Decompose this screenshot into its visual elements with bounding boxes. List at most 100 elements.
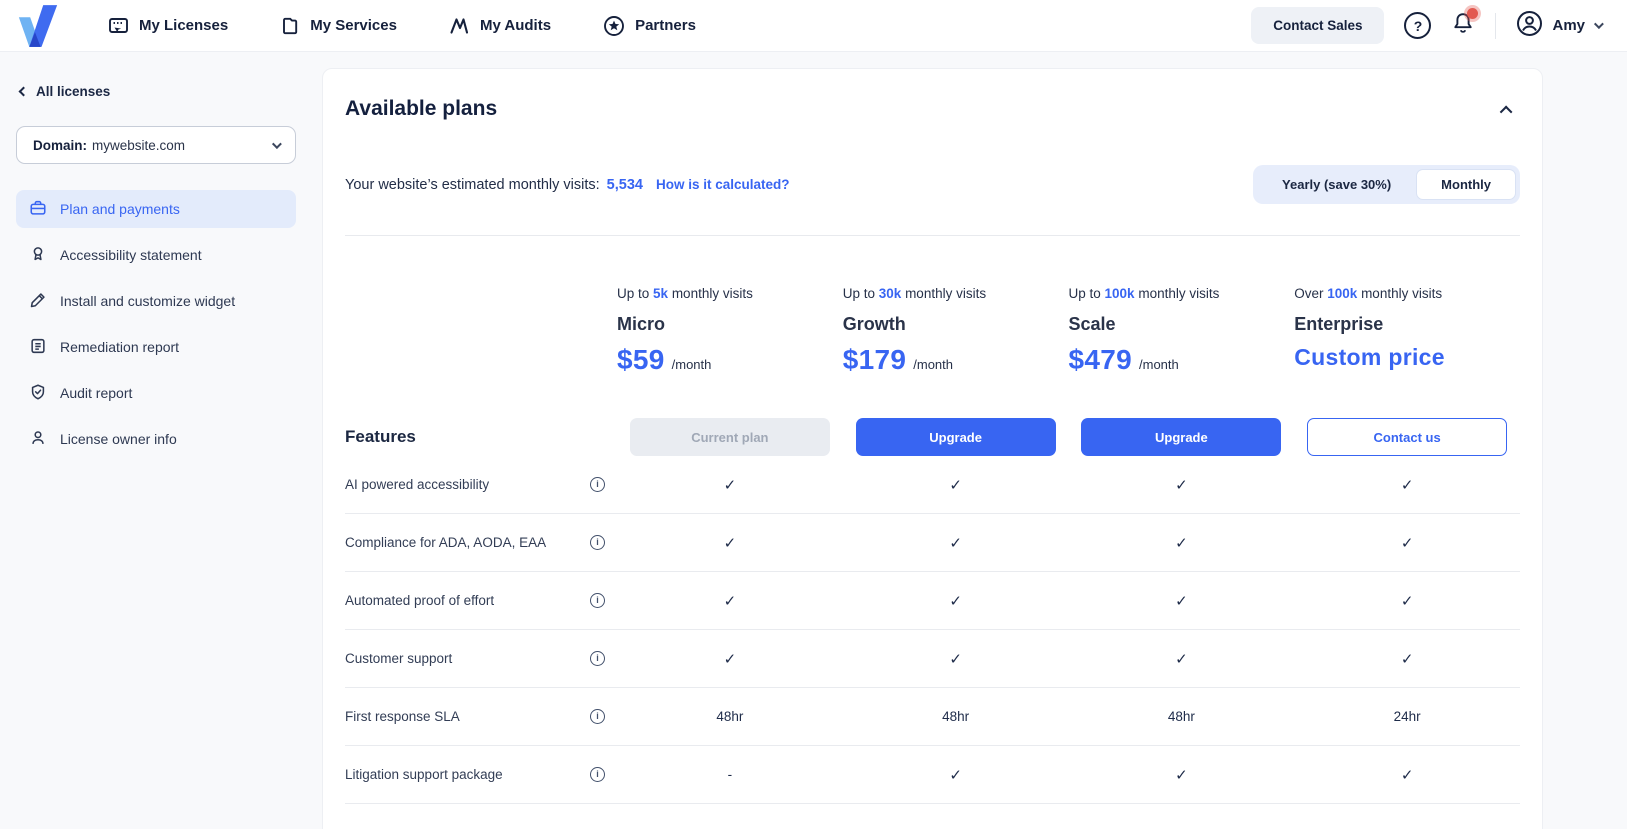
plan-header-row: Up to 5k monthly visits Micro $59/month …: [345, 286, 1520, 378]
plan-price: Custom price: [1294, 344, 1445, 371]
plan-header-growth: Up to 30k monthly visits Growth $179/mon…: [843, 286, 1069, 378]
briefcase-icon: [29, 199, 47, 220]
feature-value: 48hr: [617, 709, 843, 724]
section-divider: [345, 235, 1520, 236]
sidebar-item-plan-and-payments[interactable]: Plan and payments: [16, 190, 296, 228]
info-icon[interactable]: i: [590, 651, 605, 666]
notifications-bell-icon[interactable]: [1451, 11, 1475, 40]
feature-value: ✓: [617, 476, 843, 494]
feature-row-ai-powered-accessibility: AI powered accessibilityi ✓ ✓ ✓ ✓: [345, 456, 1520, 514]
chevron-left-icon: [19, 87, 29, 97]
feature-label: First response SLA: [345, 709, 460, 724]
user-name: Amy: [1552, 17, 1585, 34]
feature-label: AI powered accessibility: [345, 477, 489, 492]
topbar-divider: [1495, 13, 1496, 39]
plan-price: $479: [1069, 344, 1133, 376]
toggle-option-monthly[interactable]: Monthly: [1416, 169, 1516, 200]
page-title: Available plans: [345, 97, 497, 121]
upgrade-scale-button[interactable]: Upgrade: [1081, 418, 1281, 456]
collapse-section-button[interactable]: [1503, 103, 1512, 118]
report-icon: [29, 337, 47, 358]
feature-value: ✓: [1294, 534, 1520, 552]
nav-item-my-services[interactable]: My Services: [280, 15, 397, 37]
feature-value: ✓: [843, 766, 1069, 784]
sidebar-item-install-and-customize-widget[interactable]: Install and customize widget: [16, 282, 296, 320]
nav-item-partners[interactable]: Partners: [603, 15, 696, 37]
plan-price: $59: [617, 344, 665, 376]
sidebar-item-label: License owner info: [60, 431, 177, 447]
visits-highlight: 100k: [1327, 286, 1357, 301]
back-label: All licenses: [36, 84, 110, 99]
services-icon: [280, 16, 300, 36]
feature-value: ✓: [1294, 476, 1520, 494]
sidebar-item-audit-report[interactable]: Audit report: [16, 374, 296, 412]
logo-icon: [18, 4, 58, 48]
price-suffix: /month: [913, 357, 953, 372]
current-plan-button[interactable]: Current plan: [630, 418, 830, 456]
feature-label: Automated proof of effort: [345, 593, 494, 608]
chevron-down-icon: [272, 139, 282, 149]
info-icon[interactable]: i: [590, 767, 605, 782]
plan-name: Enterprise: [1294, 314, 1500, 335]
feature-row-automated-proof-of-effort: Automated proof of efforti ✓ ✓ ✓ ✓: [345, 572, 1520, 630]
domain-value: mywebsite.com: [92, 138, 185, 153]
plan-price: $179: [843, 344, 907, 376]
estimated-visits-value: 5,534: [607, 177, 643, 193]
sidebar-item-accessibility-statement[interactable]: Accessibility statement: [16, 236, 296, 274]
sidebar-item-label: Audit report: [60, 385, 132, 401]
feature-value: ✓: [617, 650, 843, 668]
info-icon[interactable]: i: [590, 593, 605, 608]
visits-highlight: 5k: [653, 286, 668, 301]
plan-name: Scale: [1069, 314, 1275, 335]
person-icon: [29, 429, 47, 450]
toggle-option-yearly[interactable]: Yearly (save 30%): [1257, 169, 1416, 200]
info-icon[interactable]: i: [590, 535, 605, 550]
how-calculated-link[interactable]: How is it calculated?: [656, 177, 790, 192]
contact-us-button[interactable]: Contact us: [1307, 418, 1507, 456]
nav-label: My Licenses: [139, 17, 228, 34]
nav-label: My Audits: [480, 17, 551, 34]
feature-value: 24hr: [1294, 709, 1520, 724]
sidebar-item-remediation-report[interactable]: Remediation report: [16, 328, 296, 366]
sidebar-item-label: Remediation report: [60, 339, 179, 355]
feature-value: ✓: [843, 534, 1069, 552]
pencil-icon: [29, 291, 47, 312]
feature-label: Litigation support package: [345, 767, 503, 782]
feature-value: ✓: [617, 592, 843, 610]
sidebar-item-label: Plan and payments: [60, 201, 180, 217]
plan-header-enterprise: Over 100k monthly visits Enterprise Cust…: [1294, 286, 1520, 378]
domain-selector[interactable]: Domain: mywebsite.com: [16, 126, 296, 164]
brand-logo[interactable]: [18, 4, 60, 48]
feature-value: ✓: [1294, 592, 1520, 610]
nav-label: Partners: [635, 17, 696, 34]
main-content: Available plans Your website’s estimated…: [322, 52, 1627, 829]
top-navigation-bar: My Licenses My Services My Audits: [0, 0, 1627, 52]
sidebar-item-label: Install and customize widget: [60, 293, 235, 309]
sidebar-item-license-owner-info[interactable]: License owner info: [16, 420, 296, 458]
licenses-icon: [108, 16, 129, 36]
feature-row-litigation-support-package: Litigation support packagei - ✓ ✓ ✓: [345, 746, 1520, 804]
nav-item-my-audits[interactable]: My Audits: [449, 15, 551, 37]
shield-check-icon: [29, 383, 47, 404]
info-icon[interactable]: i: [590, 709, 605, 724]
feature-value: ✓: [1294, 650, 1520, 668]
nav-item-my-licenses[interactable]: My Licenses: [108, 15, 228, 37]
back-to-all-licenses-link[interactable]: All licenses: [20, 84, 296, 99]
feature-value: ✓: [1069, 534, 1295, 552]
chevron-down-icon: [1594, 19, 1604, 29]
account-menu[interactable]: Amy: [1516, 10, 1601, 42]
avatar-icon: [1516, 10, 1543, 42]
audits-icon: [449, 16, 470, 36]
feature-value: 48hr: [843, 709, 1069, 724]
contact-sales-button[interactable]: Contact Sales: [1251, 7, 1384, 44]
primary-nav: My Licenses My Services My Audits: [108, 15, 696, 37]
upgrade-growth-button[interactable]: Upgrade: [856, 418, 1056, 456]
feature-value: ✓: [1069, 766, 1295, 784]
plan-name: Micro: [617, 314, 823, 335]
estimated-visits-label: Your website’s estimated monthly visits:: [345, 177, 600, 193]
feature-label: Compliance for ADA, AODA, EAA: [345, 535, 546, 550]
help-icon[interactable]: ?: [1404, 12, 1431, 39]
sidebar-menu: Plan and payments Accessibility statemen…: [16, 190, 296, 458]
features-heading: Features: [345, 427, 617, 447]
info-icon[interactable]: i: [590, 477, 605, 492]
